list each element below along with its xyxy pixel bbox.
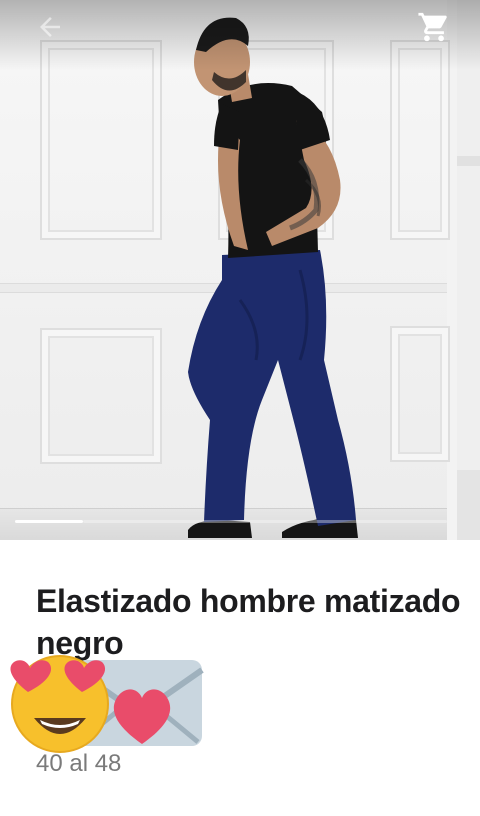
arrow-left-icon [35, 12, 65, 47]
back-button[interactable] [30, 12, 70, 46]
size-range-label: 40 al 48 [36, 750, 122, 777]
gallery-indicator-active [15, 520, 83, 523]
floor [457, 470, 480, 540]
door-detail [457, 156, 480, 166]
emoji-stickers [6, 652, 216, 762]
gallery-indicator-track [83, 520, 447, 523]
product-photo[interactable] [0, 0, 450, 540]
shopping-cart-icon [417, 10, 451, 49]
header-gradient [0, 0, 480, 70]
heart-eyes-face-emoji [10, 655, 109, 753]
next-photo-peek[interactable] [457, 0, 480, 540]
cart-button[interactable] [412, 10, 456, 48]
model-figure [188, 17, 358, 538]
product-image-gallery[interactable] [0, 0, 480, 540]
